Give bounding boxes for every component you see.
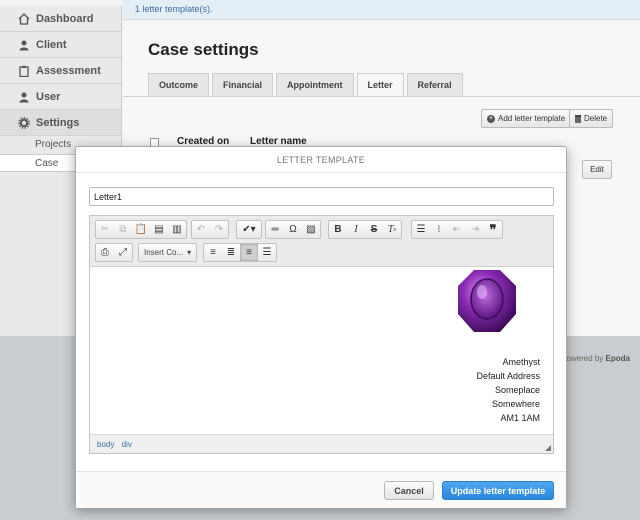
plus-circle-icon: +: [487, 114, 495, 123]
align-center-icon[interactable]: ≣: [222, 244, 240, 261]
delete-label: Delete: [584, 114, 608, 123]
powered-by: Powered by Epoda: [561, 354, 630, 363]
tab-financial[interactable]: Financial: [212, 73, 274, 96]
insert-content-combo[interactable]: Insert Co... ▾: [138, 243, 198, 262]
cut-icon[interactable]: ✂: [96, 221, 114, 238]
notification-bar: 1 letter template(s).: [123, 0, 640, 20]
numbered-list-icon[interactable]: ☰: [412, 221, 430, 238]
dialog-footer: Cancel Update letter template: [76, 471, 566, 508]
clipboard-group: ✂ ⧉ 📋 ▤ ▥: [95, 220, 187, 239]
maximize-icon[interactable]: ⤢: [114, 244, 132, 261]
powered-prefix: Powered by: [561, 354, 604, 363]
align-group: ≡ ≣ ≡ ☰: [203, 243, 277, 262]
delete-button[interactable]: Delete: [569, 109, 614, 128]
paste-word-icon[interactable]: ▥: [168, 221, 186, 238]
path-element-body[interactable]: body: [97, 440, 114, 449]
dialog-title: LETTER TEMPLATE: [76, 147, 566, 173]
tab-outcome[interactable]: Outcome: [148, 73, 210, 96]
indent-icon[interactable]: ⇥: [466, 221, 484, 238]
tab-appointment[interactable]: Appointment: [276, 73, 354, 96]
user-icon: [18, 39, 30, 51]
tab-divider: [123, 96, 640, 97]
address-line-3: Somewhere: [491, 399, 540, 409]
sidebar-item-user[interactable]: User: [0, 84, 121, 110]
edit-button[interactable]: Edit: [582, 160, 612, 179]
undo-group: ↶ ↷: [191, 220, 229, 239]
gear-icon: [18, 116, 30, 129]
amethyst-logo-image: [458, 270, 516, 332]
rich-text-editor: ✂ ⧉ 📋 ▤ ▥ ↶ ↷ ✔▾ ═ Ω ▨ B I S Tx ☰ ⁝ ⇤ ⇥ …: [89, 215, 554, 454]
align-left-icon[interactable]: ≡: [204, 244, 222, 261]
address-postcode: AM1 1AM: [500, 413, 540, 423]
path-element-div[interactable]: div: [122, 440, 132, 449]
user-icon: [18, 91, 30, 103]
sidebar-item-label: Dashboard: [36, 12, 94, 25]
editor-content[interactable]: Amethyst Default Address Someplace Somew…: [90, 267, 553, 433]
italic-icon[interactable]: I: [347, 221, 365, 238]
address-line-1: Default Address: [476, 371, 540, 381]
home-icon: [18, 12, 30, 25]
trash-icon: [575, 114, 581, 123]
sidebar-item-dashboard[interactable]: Dashboard: [0, 6, 121, 32]
chevron-down-icon: ▾: [187, 248, 192, 257]
tab-letter[interactable]: Letter: [356, 73, 404, 97]
outdent-icon[interactable]: ⇤: [448, 221, 466, 238]
clipboard-icon: [18, 65, 30, 77]
letter-template-dialog: LETTER TEMPLATE ✂ ⧉ 📋 ▤ ▥ ↶ ↷ ✔▾ ═ Ω ▨: [75, 146, 567, 508]
sidebar-item-label: Settings: [36, 116, 80, 129]
list-group: ☰ ⁝ ⇤ ⇥ ❞: [411, 220, 503, 239]
tab-referral[interactable]: Referral: [406, 73, 463, 96]
strikethrough-icon[interactable]: S: [365, 221, 383, 238]
image-icon[interactable]: ▨: [302, 221, 320, 238]
cancel-button[interactable]: Cancel: [384, 481, 434, 500]
horizontal-rule-icon[interactable]: ═: [266, 221, 284, 238]
address-line-2: Someplace: [494, 385, 540, 395]
paste-text-icon[interactable]: ▤: [150, 221, 168, 238]
powered-brand: Epoda: [605, 354, 630, 363]
editor-statusbar: body div: [90, 434, 553, 453]
bold-icon[interactable]: B: [329, 221, 347, 238]
bulleted-list-icon[interactable]: ⁝: [430, 221, 448, 238]
basic-style-group: B I S Tx: [328, 220, 402, 239]
address-line-name: Amethyst: [502, 357, 540, 367]
print-icon[interactable]: ⎙: [96, 244, 114, 261]
page-title: Case settings: [148, 40, 259, 59]
spellcheck-icon[interactable]: ✔▾: [237, 221, 261, 238]
insert-content-dropdown[interactable]: Insert Co... ▾: [139, 244, 196, 261]
sidebar-item-label: Assessment: [36, 64, 101, 77]
resize-grip-icon[interactable]: [545, 445, 551, 451]
copy-icon[interactable]: ⧉: [114, 221, 132, 238]
sidebar-item-label: Client: [36, 38, 67, 51]
settings-tabs: Outcome Financial Appointment Letter Ref…: [148, 73, 466, 97]
sidebar-item-assessment[interactable]: Assessment: [0, 58, 121, 84]
redo-icon[interactable]: ↷: [210, 221, 228, 238]
add-letter-template-label: Add letter template: [498, 114, 566, 123]
update-letter-template-button[interactable]: Update letter template: [442, 481, 554, 500]
document-group: ⎙ ⤢: [95, 243, 133, 262]
blockquote-icon[interactable]: ❞: [484, 221, 502, 238]
sidebar-item-settings[interactable]: Settings: [0, 110, 121, 136]
template-name-input[interactable]: [89, 187, 554, 206]
spellcheck-group: ✔▾: [236, 220, 262, 239]
paste-icon[interactable]: 📋: [132, 221, 150, 238]
insert-group: ═ Ω ▨: [265, 220, 321, 239]
undo-icon[interactable]: ↶: [192, 221, 210, 238]
justify-icon[interactable]: ☰: [258, 244, 276, 261]
remove-format-icon[interactable]: Tx: [383, 221, 401, 238]
add-letter-template-button[interactable]: + Add letter template: [481, 109, 572, 128]
insert-content-label: Insert Co...: [144, 248, 184, 257]
notification-text: 1 letter template(s).: [135, 4, 213, 14]
letter-address: Amethyst Default Address Someplace Somew…: [476, 355, 540, 425]
sidebar-item-client[interactable]: Client: [0, 32, 121, 58]
align-right-icon[interactable]: ≡: [240, 244, 258, 261]
editor-toolbar: ✂ ⧉ 📋 ▤ ▥ ↶ ↷ ✔▾ ═ Ω ▨ B I S Tx ☰ ⁝ ⇤ ⇥ …: [90, 216, 553, 267]
special-char-icon[interactable]: Ω: [284, 221, 302, 238]
sidebar-item-label: User: [36, 90, 61, 103]
